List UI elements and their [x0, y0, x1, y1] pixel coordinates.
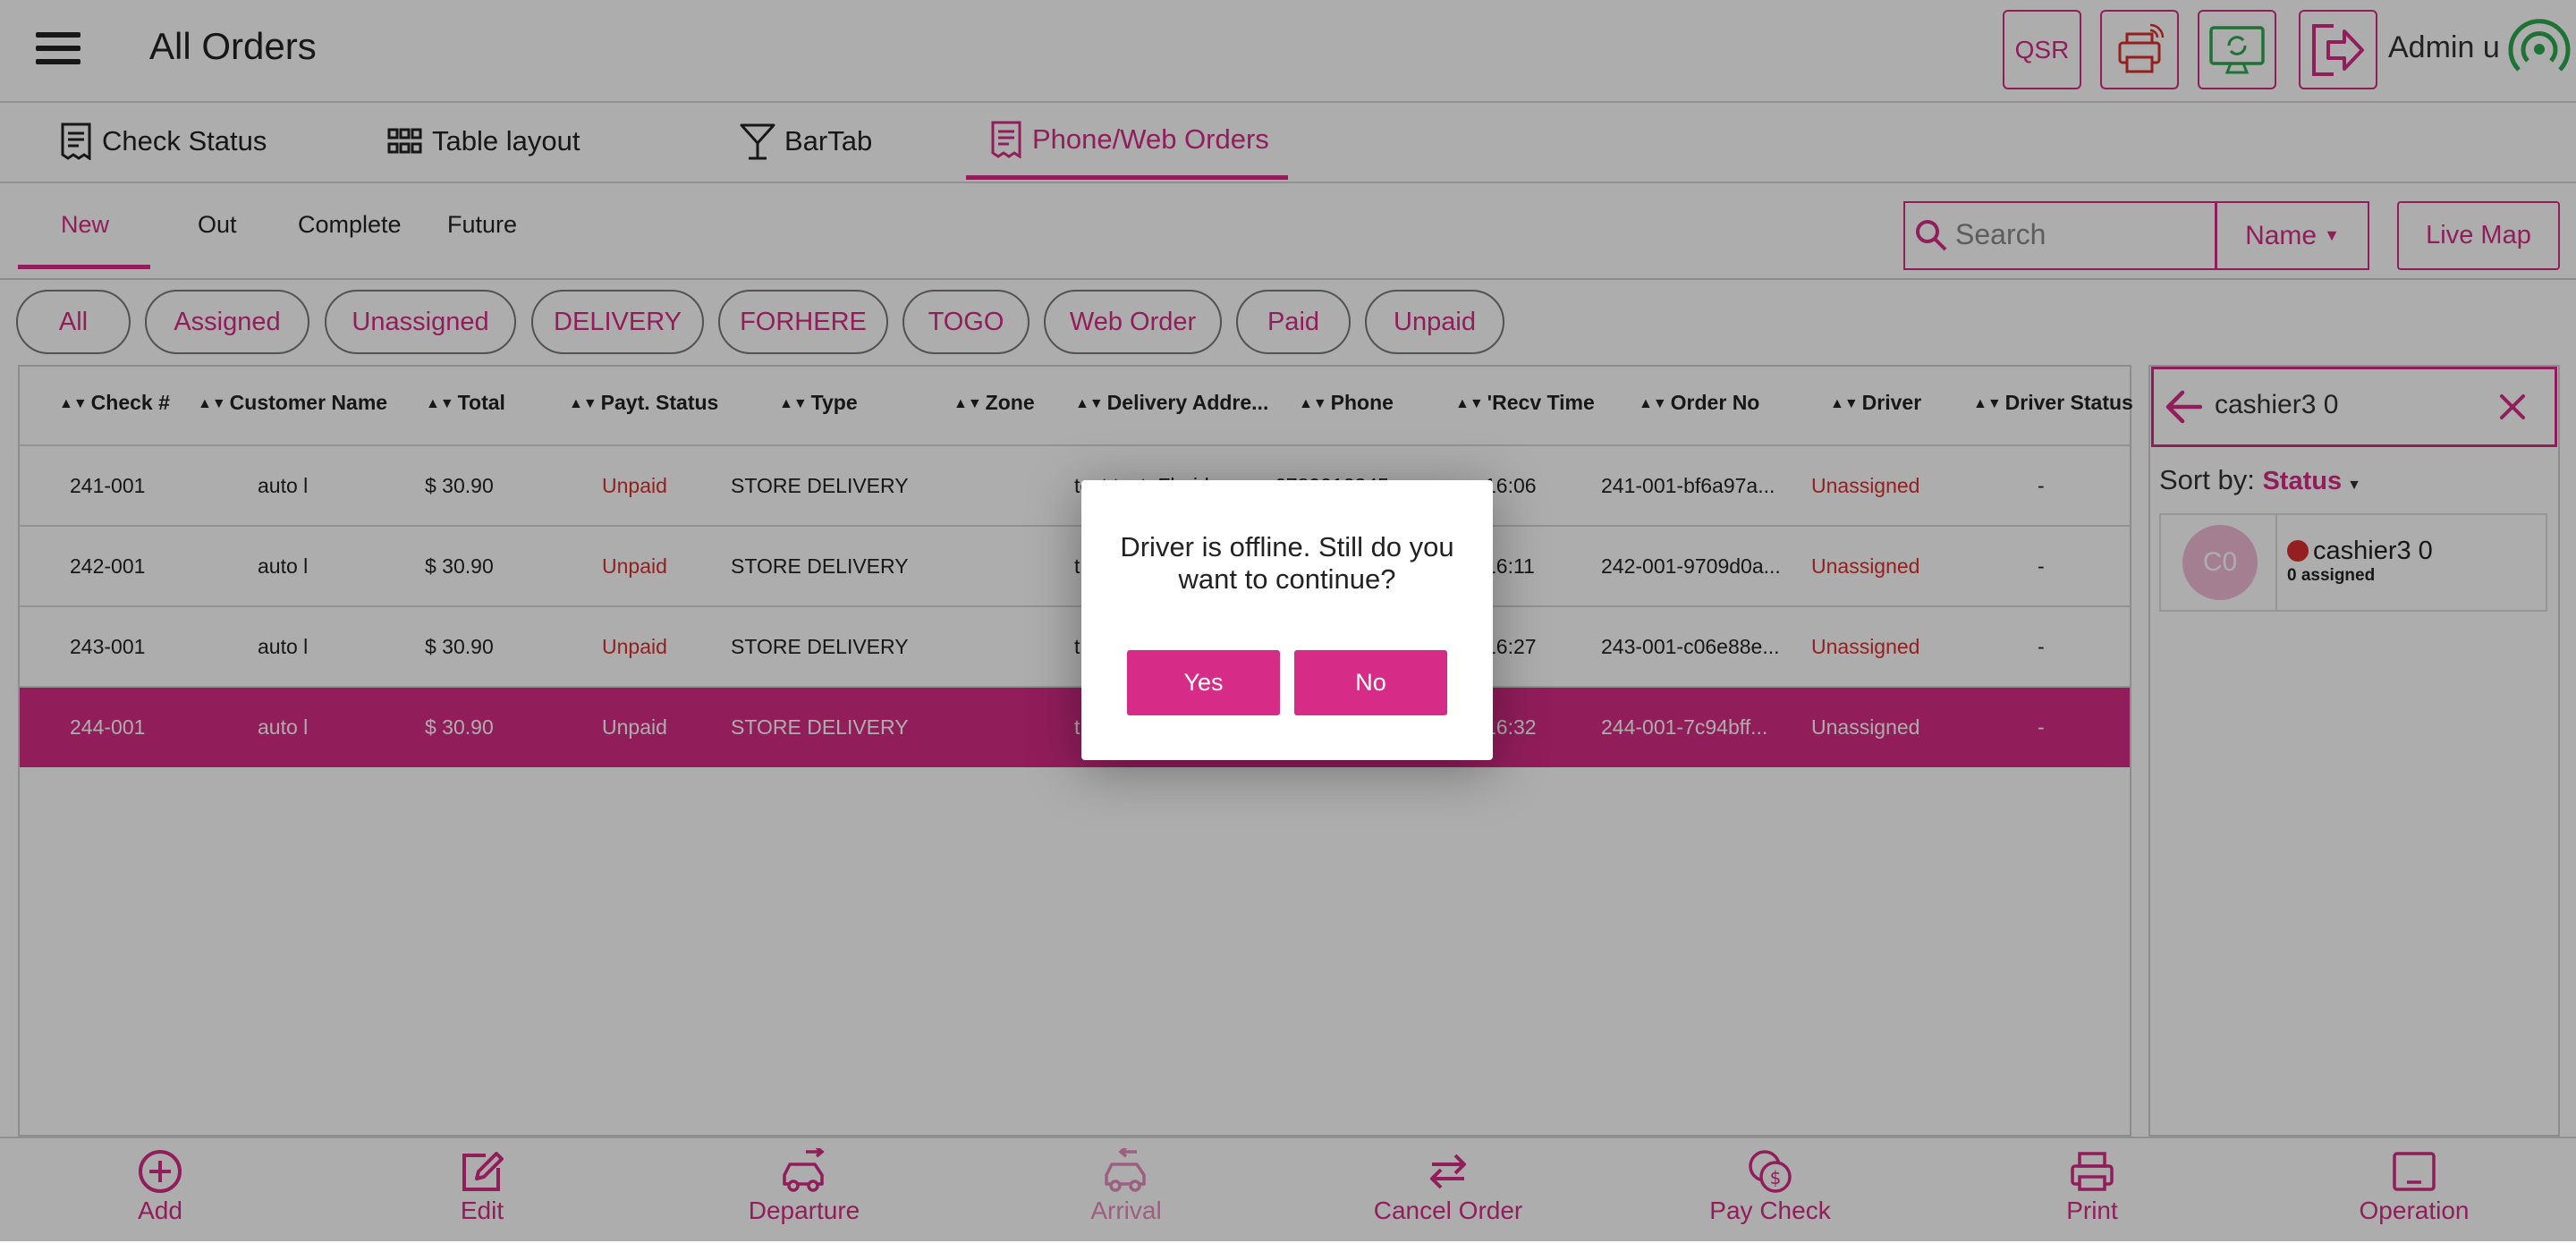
- confirm-dialog: [1081, 480, 1493, 760]
- yes-button[interactable]: Yes: [1127, 650, 1280, 715]
- dialog-message: Driver is offline. Still do you want to …: [1120, 531, 1454, 595]
- no-button[interactable]: No: [1294, 650, 1447, 715]
